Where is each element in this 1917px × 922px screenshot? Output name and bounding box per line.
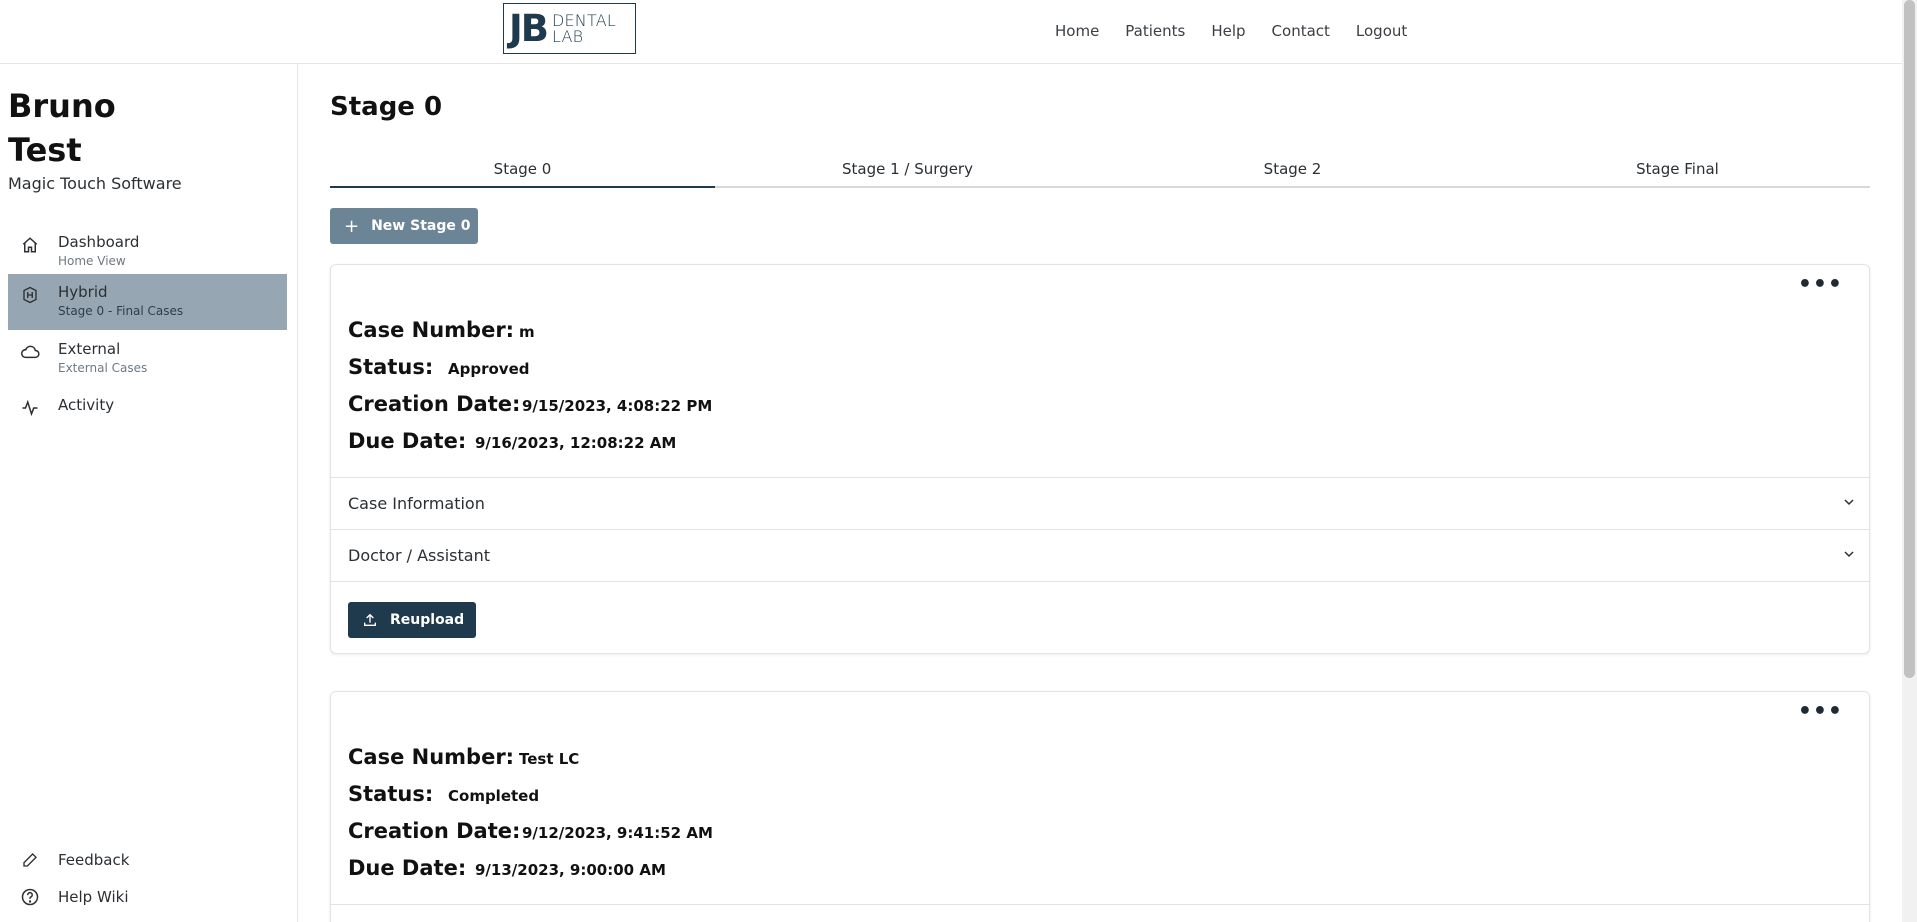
creation-date-value: 9/12/2023, 9:41:52 AM — [522, 824, 713, 842]
sidebar-item-feedback[interactable]: Feedback — [8, 850, 129, 870]
nav-link-help[interactable]: Help — [1211, 22, 1245, 40]
user-last-name: Test — [8, 131, 82, 169]
case-number-label: Case Number: — [348, 318, 515, 342]
reupload-button[interactable]: Reupload — [348, 602, 476, 638]
user-first-name: Bruno — [8, 87, 116, 125]
nav-link-logout[interactable]: Logout — [1356, 22, 1407, 40]
more-options-icon[interactable]: ••• — [1798, 274, 1843, 296]
status-field: Status: Approved — [348, 355, 529, 379]
new-stage-0-button[interactable]: + New Stage 0 — [330, 208, 478, 244]
hybrid-badge-icon — [20, 285, 40, 305]
sidebar-item-title: Feedback — [58, 851, 130, 869]
accordion-title: Case Information — [348, 494, 485, 513]
due-date-field: Due Date: 9/16/2023, 12:08:22 AM — [348, 429, 676, 453]
more-options-icon[interactable]: ••• — [1798, 701, 1843, 723]
vertical-scrollbar[interactable] — [1902, 0, 1917, 922]
sidebar-item-subtitle: Home View — [58, 254, 126, 268]
scrollbar-thumb[interactable] — [1904, 0, 1915, 678]
user-company: Magic Touch Software — [8, 174, 182, 193]
logo-line-lab: LAB — [551, 26, 584, 46]
sidebar-item-title: Help Wiki — [58, 888, 129, 906]
stage-tabs: Stage 0 Stage 1 / Surgery Stage 2 Stage … — [330, 156, 1870, 252]
creation-date-label: Creation Date: — [348, 392, 521, 416]
help-circle-icon — [20, 887, 40, 907]
sidebar-item-title: Hybrid — [58, 283, 108, 301]
logo-text: DENTAL LAB — [551, 12, 616, 46]
accordion-case-information[interactable]: Case Information — [331, 477, 1869, 529]
status-value: Approved — [448, 360, 530, 378]
accordion-doctor-assistant[interactable]: Doctor / Assistant — [331, 529, 1869, 581]
accordion-title: Doctor / Assistant — [348, 546, 490, 565]
due-date-field: Due Date: 9/13/2023, 9:00:00 AM — [348, 856, 666, 880]
creation-date-field: Creation Date: 9/12/2023, 9:41:52 AM — [348, 819, 713, 843]
reupload-label: Reupload — [390, 612, 465, 628]
case-number-value: m — [519, 323, 535, 341]
case-number-field: Case Number: m — [348, 318, 535, 342]
chevron-down-icon — [1844, 551, 1854, 558]
sidebar-item-hybrid[interactable]: Hybrid Stage 0 - Final Cases — [8, 274, 287, 330]
status-label: Status: — [348, 782, 434, 806]
pencil-icon — [20, 850, 40, 870]
nav-link-home[interactable]: Home — [1055, 22, 1099, 40]
nav-link-patients[interactable]: Patients — [1125, 22, 1185, 40]
tab-stage-0[interactable]: Stage 0 — [330, 156, 715, 188]
activity-icon — [20, 398, 40, 418]
card-footer: Reupload — [331, 581, 1869, 653]
top-nav: Home Patients Help Contact Logout — [1055, 22, 1433, 40]
top-bar: JB DENTAL LAB Home Patients Help Contact… — [0, 0, 1917, 64]
due-date-value: 9/13/2023, 9:00:00 AM — [475, 861, 666, 879]
logo-mark: JB — [509, 7, 549, 50]
due-date-label: Due Date: — [348, 429, 467, 453]
creation-date-field: Creation Date: 9/15/2023, 4:08:22 PM — [348, 392, 712, 416]
sidebar-item-dashboard[interactable]: Dashboard Home View — [8, 224, 287, 280]
sidebar-item-subtitle: Stage 0 - Final Cases — [58, 304, 184, 318]
tab-stage-2[interactable]: Stage 2 — [1100, 156, 1485, 188]
case-card: ••• Case Number: m Status: Approved Crea… — [330, 264, 1870, 654]
status-label: Status: — [348, 355, 434, 379]
status-field: Status: Completed — [348, 782, 539, 806]
sidebar-item-title: External — [58, 340, 121, 358]
creation-date-label: Creation Date: — [348, 819, 521, 843]
due-date-value: 9/16/2023, 12:08:22 AM — [475, 434, 677, 452]
tab-stage-final[interactable]: Stage Final — [1485, 156, 1870, 188]
case-number-label: Case Number: — [348, 745, 515, 769]
case-card: ••• Case Number: Test LC Status: Complet… — [330, 691, 1870, 922]
sidebar-item-subtitle: External Cases — [58, 361, 148, 375]
sidebar-item-activity[interactable]: Activity — [8, 387, 287, 443]
new-stage-0-label: New Stage 0 — [371, 218, 471, 234]
jb-dental-lab-logo[interactable]: JB DENTAL LAB — [503, 3, 636, 54]
chevron-down-icon — [1844, 499, 1854, 506]
upload-icon — [364, 613, 376, 626]
cloud-icon — [20, 342, 40, 362]
home-icon — [20, 235, 40, 255]
creation-date-value: 9/15/2023, 4:08:22 PM — [522, 397, 713, 415]
due-date-label: Due Date: — [348, 856, 467, 880]
case-number-field: Case Number: Test LC — [348, 745, 579, 769]
sidebar-item-help-wiki[interactable]: Help Wiki — [8, 887, 129, 907]
sidebar-item-external[interactable]: External External Cases — [8, 331, 287, 387]
case-number-value: Test LC — [519, 750, 580, 768]
accordion-partial[interactable] — [331, 904, 1869, 922]
page-title: Stage 0 — [330, 92, 443, 122]
sidebar-item-title: Dashboard — [58, 233, 140, 251]
user-name: Bruno Test — [8, 84, 208, 172]
status-value: Completed — [448, 787, 540, 805]
sidebar: Bruno Test Magic Touch Software Dashboar… — [0, 64, 298, 922]
plus-icon: + — [344, 215, 360, 237]
sidebar-item-title: Activity — [58, 396, 115, 414]
nav-link-contact[interactable]: Contact — [1272, 22, 1330, 40]
tab-stage-1-surgery[interactable]: Stage 1 / Surgery — [715, 156, 1100, 188]
